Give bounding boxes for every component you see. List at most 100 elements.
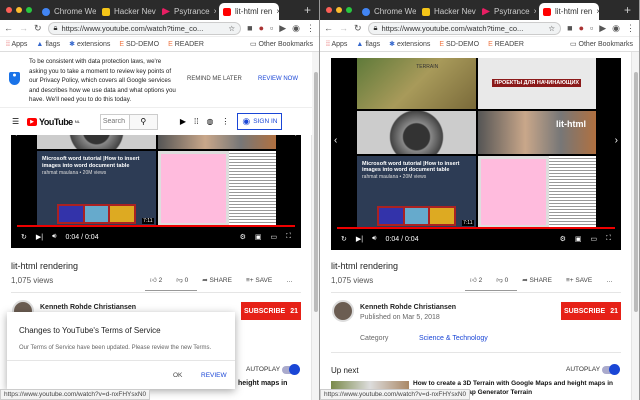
theater-icon[interactable]: ▭ [590, 235, 597, 243]
scrollbar-thumb[interactable] [634, 72, 638, 312]
tab-psytrance[interactable]: Psytrance × [478, 3, 536, 20]
back-icon[interactable]: ← [324, 23, 333, 33]
tab-psytrance[interactable]: Psytrance × [158, 3, 216, 20]
bookmark-extensions[interactable]: ✱ extensions [69, 40, 110, 48]
miniplayer-icon[interactable]: ▣ [255, 233, 262, 241]
extension-icon[interactable]: ■ [567, 23, 572, 33]
play-extension-icon[interactable]: ▶ [279, 23, 286, 34]
category-link[interactable]: Science & Technology [419, 335, 488, 342]
menu-icon[interactable]: ⋮ [306, 23, 315, 34]
extension-icon[interactable]: ● [579, 23, 584, 33]
close-icon[interactable]: × [534, 7, 536, 16]
reload-icon[interactable]: ↻ [354, 23, 362, 34]
next-title-fragment[interactable]: height maps in [238, 380, 287, 387]
volume-icon[interactable]: 🔊︎ [372, 235, 376, 243]
youtube-logo[interactable]: ▶ YouTube NL [27, 117, 80, 127]
close-icon[interactable]: × [276, 7, 279, 16]
replay-icon[interactable]: ↻ [341, 235, 347, 243]
close-icon[interactable]: × [214, 7, 216, 16]
next-icon[interactable]: ▶| [36, 233, 43, 241]
suggestion-word-tutorial[interactable]: Microsoft word tutorial |How to insert i… [37, 150, 156, 226]
review-button[interactable]: REVIEW [201, 372, 227, 379]
ok-button[interactable]: OK [173, 372, 182, 379]
create-video-icon[interactable]: ▶ [180, 117, 186, 126]
bookmark-reader[interactable]: E READER [488, 41, 524, 48]
more-icon[interactable]: … [286, 277, 293, 284]
video-player[interactable]: TERRAIN ПРОЕКТЫ ДЛЯ НАЧИНАЮЩИХ lit-html … [331, 58, 621, 250]
review-now-button[interactable]: REVIEW NOW [258, 76, 298, 82]
search-input[interactable] [100, 114, 129, 129]
autoplay-toggle[interactable] [282, 364, 300, 375]
dislike-button[interactable]: 👎︎ 0 [176, 276, 188, 284]
profile-icon[interactable]: ◉ [292, 23, 300, 34]
scrollbar[interactable] [631, 52, 639, 400]
star-icon[interactable]: ☆ [228, 24, 235, 33]
replay-icon[interactable]: ↻ [21, 233, 27, 241]
next-icon[interactable]: ▶| [356, 235, 363, 243]
messages-icon[interactable]: ◍ [206, 117, 213, 126]
like-button[interactable]: 👍︎ 2 [150, 276, 162, 284]
menu-icon[interactable]: ⋮ [626, 23, 635, 34]
autoplay-toggle[interactable] [602, 364, 620, 375]
tab-hacker-news[interactable]: Hacker Nev× [418, 3, 476, 20]
fullscreen-icon[interactable]: ⛶ [286, 233, 291, 241]
settings-icon[interactable]: ⚙ [560, 235, 566, 243]
apps-grid-icon[interactable]: ⁞⁞ [194, 117, 198, 126]
new-tab-button[interactable]: + [624, 3, 631, 17]
tab-chrome-web-store[interactable]: Chrome We× [358, 3, 416, 20]
suggestion-screenshot[interactable] [477, 155, 596, 228]
search-box[interactable]: ⚲ [99, 113, 158, 130]
channel-name[interactable]: Kenneth Rohde Christiansen [360, 304, 456, 311]
theater-icon[interactable]: ▭ [270, 233, 277, 241]
chevron-left-icon[interactable]: ‹ [334, 135, 337, 146]
channel-avatar[interactable] [332, 300, 354, 322]
extension-icon[interactable]: ▫ [590, 23, 593, 33]
other-bookmarks[interactable]: ▭ Other Bookmarks [250, 40, 313, 48]
suggestion-wheel[interactable] [357, 110, 476, 154]
sign-in-button[interactable]: ◉ SIGN IN [237, 113, 283, 130]
share-button[interactable]: ➦ SHARE [202, 276, 232, 284]
extension-icon[interactable]: ■ [247, 23, 252, 33]
volume-icon[interactable]: 🔊︎ [52, 233, 56, 241]
extension-icon[interactable]: ● [259, 23, 264, 33]
bookmark-flags[interactable]: ▲ flags [356, 41, 380, 48]
bookmark-flags[interactable]: ▲ flags [36, 41, 60, 48]
forward-icon[interactable]: → [19, 23, 28, 33]
scrollbar-thumb[interactable] [314, 72, 318, 312]
tab-lit-html[interactable]: lit-html ren× [219, 3, 279, 20]
tab-chrome-web-store[interactable]: Chrome We× [38, 3, 96, 20]
chevron-right-icon[interactable]: › [615, 135, 618, 146]
bookmark-sd-demo[interactable]: E SD-DEMO [119, 41, 159, 48]
back-icon[interactable]: ← [4, 23, 13, 33]
subscribe-button[interactable]: SUBSCRIBE 21 [241, 302, 301, 320]
bookmark-sd-demo[interactable]: E SD-DEMO [439, 41, 479, 48]
new-tab-button[interactable]: + [304, 3, 311, 17]
fullscreen-icon[interactable]: ⛶ [606, 235, 611, 243]
extension-icon[interactable]: ▫ [270, 23, 273, 33]
window-controls[interactable] [326, 7, 352, 13]
window-controls[interactable] [6, 7, 32, 13]
close-icon[interactable]: × [596, 7, 599, 16]
share-button[interactable]: ➦ SHARE [522, 276, 552, 284]
bookmark-extensions[interactable]: ✱ extensions [389, 40, 430, 48]
settings-menu-icon[interactable]: ⋮ [221, 117, 229, 126]
miniplayer-icon[interactable]: ▣ [575, 235, 582, 243]
bookmark-apps[interactable]: ⁞⁞ Apps [326, 41, 347, 48]
dislike-button[interactable]: 👎︎ 0 [496, 276, 508, 284]
address-bar[interactable]: 🔒︎ https://www.youtube.com/watch?time_co.… [47, 21, 242, 35]
suggestion-lit-html[interactable]: lit-html [477, 110, 596, 154]
suggestion-word-tutorial[interactable]: Microsoft word tutorial |How to insert i… [357, 155, 476, 228]
remind-later-button[interactable]: REMIND ME LATER [187, 76, 242, 82]
tab-lit-html[interactable]: lit-html ren× [539, 3, 599, 20]
bookmark-apps[interactable]: ⁞⁞ Apps [6, 41, 27, 48]
settings-icon[interactable]: ⚙ [240, 233, 246, 241]
suggestion-screenshot[interactable] [157, 150, 276, 226]
play-extension-icon[interactable]: ▶ [599, 23, 606, 34]
other-bookmarks[interactable]: ▭ Other Bookmarks [570, 40, 633, 48]
more-icon[interactable]: … [606, 277, 613, 284]
profile-icon[interactable]: ◉ [612, 23, 620, 34]
tab-hacker-news[interactable]: Hacker Nev× [98, 3, 156, 20]
forward-icon[interactable]: → [339, 23, 348, 33]
address-bar[interactable]: 🔒︎ https://www.youtube.com/watch?time_co.… [367, 21, 562, 35]
hamburger-menu-icon[interactable]: ☰ [12, 117, 19, 126]
